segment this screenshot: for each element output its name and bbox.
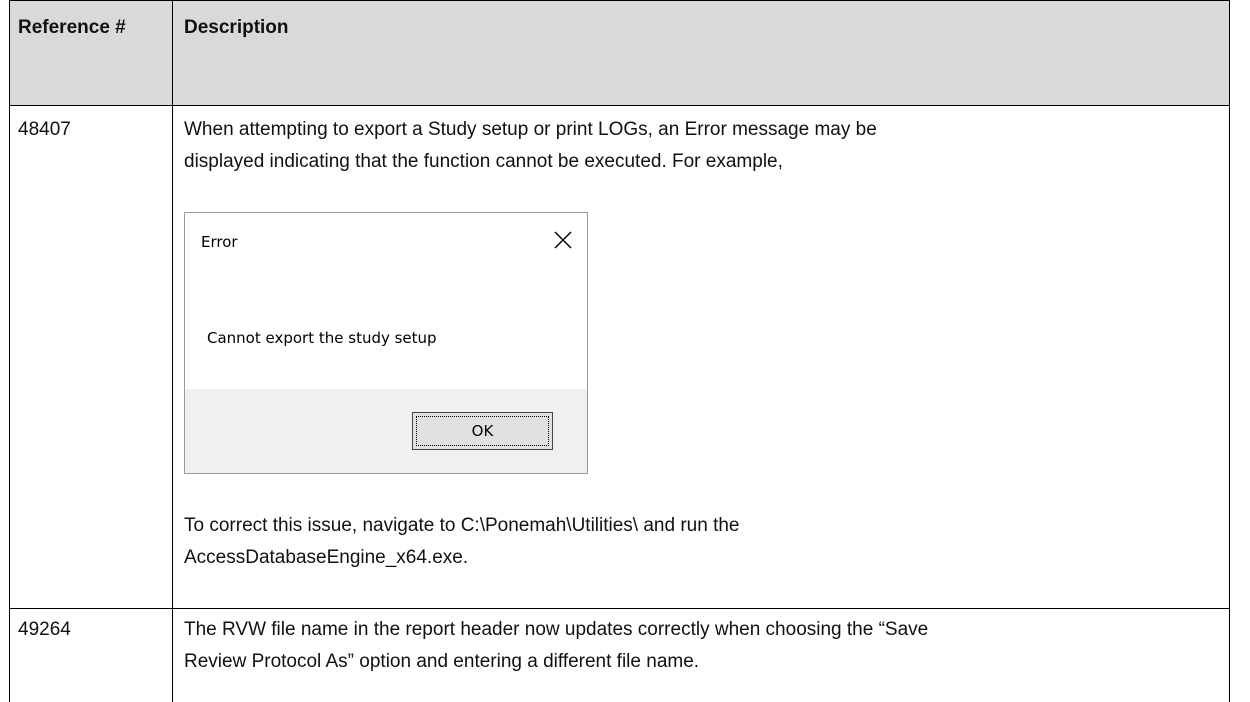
header-reference-label: Reference # bbox=[18, 17, 126, 38]
ok-button-label: OK bbox=[471, 422, 494, 440]
row-2-description-line-2: Review Protocol As” option and entering … bbox=[184, 651, 700, 672]
table-row-divider bbox=[9, 608, 1230, 609]
row-2-description: The RVW file name in the report header n… bbox=[184, 614, 928, 678]
dialog-message: Cannot export the study setup bbox=[207, 329, 437, 347]
row-1-resolution-line-1: To correct this issue, navigate to C:\Po… bbox=[184, 515, 740, 536]
dialog-footer: OK bbox=[185, 389, 587, 473]
table-border-left bbox=[9, 0, 10, 702]
row-1-resolution-line-2: AccessDatabaseEngine_x64.exe. bbox=[184, 547, 469, 568]
row-1-reference: 48407 bbox=[18, 119, 71, 140]
table-header-divider bbox=[9, 105, 1230, 106]
row-1-description: When attempting to export a Study setup … bbox=[184, 114, 877, 178]
dialog-title: Error bbox=[201, 233, 238, 251]
header-reference: Reference # bbox=[18, 10, 168, 46]
row-1-description-line-2: displayed indicating that the function c… bbox=[184, 151, 783, 172]
header-description-label: Description bbox=[184, 17, 289, 38]
table-column-divider bbox=[172, 0, 173, 702]
table-border-top bbox=[9, 0, 1230, 1]
close-x-icon bbox=[554, 231, 572, 249]
ok-button: OK bbox=[412, 412, 553, 450]
row-2-reference: 49264 bbox=[18, 619, 71, 640]
row-2-description-line-1: The RVW file name in the report header n… bbox=[184, 619, 929, 640]
row-1-description-line-1: When attempting to export a Study setup … bbox=[184, 119, 877, 140]
table-border-right bbox=[1229, 0, 1230, 702]
row-1-resolution: To correct this issue, navigate to C:\Po… bbox=[184, 510, 740, 574]
error-dialog-image: Error Cannot export the study setup OK bbox=[184, 212, 588, 474]
header-description: Description bbox=[184, 10, 289, 46]
